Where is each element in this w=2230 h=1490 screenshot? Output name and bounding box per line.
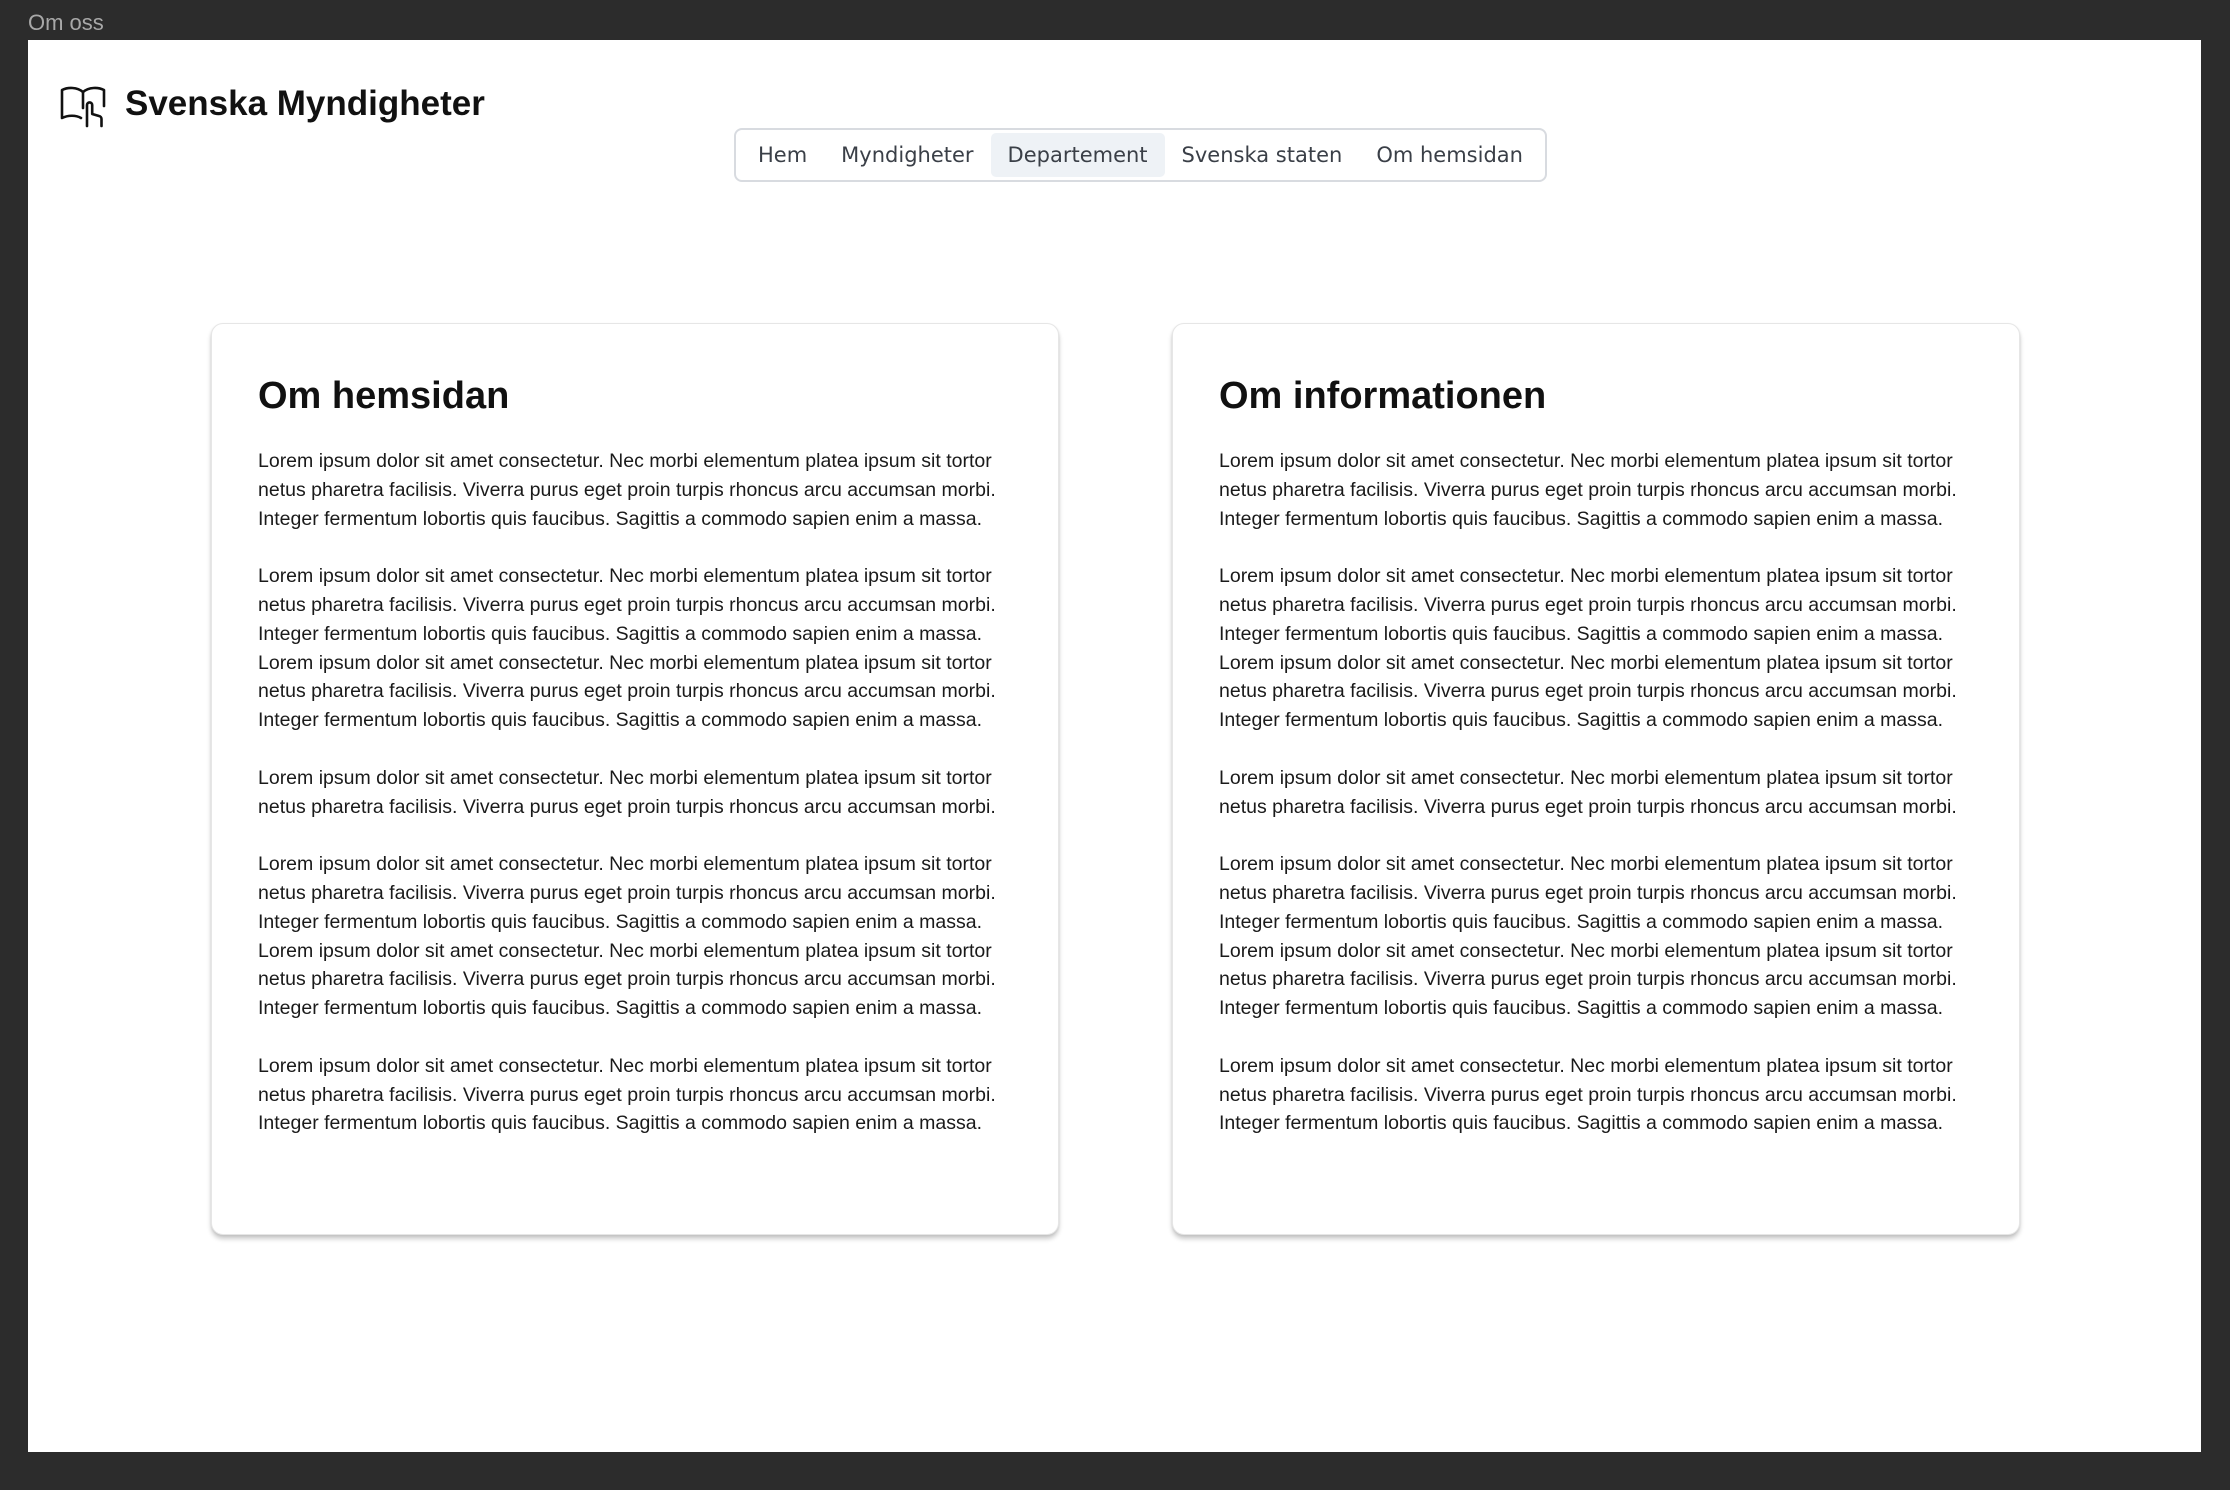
card-paragraph: Lorem ipsum dolor sit amet consectetur. …	[1219, 450, 1957, 530]
brand-name: Svenska Myndigheter	[125, 84, 485, 123]
card-paragraph: Lorem ipsum dolor sit amet consectetur. …	[258, 565, 996, 731]
card-paragraph: Lorem ipsum dolor sit amet consectetur. …	[258, 450, 996, 530]
nav-item-myndigheter[interactable]: Myndigheter	[824, 133, 990, 177]
book-person-icon	[60, 86, 106, 128]
nav-item-svenska-staten[interactable]: Svenska staten	[1165, 133, 1360, 177]
page-canvas: Svenska Myndigheter Hem Myndigheter Depa…	[28, 40, 2201, 1452]
card-om-hemsidan: Om hemsidan Lorem ipsum dolor sit amet c…	[211, 323, 1059, 1235]
brand[interactable]: Svenska Myndigheter	[59, 80, 485, 128]
nav-item-departement[interactable]: Departement	[990, 133, 1165, 177]
card-paragraph: Lorem ipsum dolor sit amet consectetur. …	[1219, 853, 1957, 1019]
card-paragraph: Lorem ipsum dolor sit amet consectetur. …	[1219, 565, 1957, 731]
card-om-informationen: Om informationen Lorem ipsum dolor sit a…	[1172, 323, 2020, 1235]
main-nav: Hem Myndigheter Departement Svenska stat…	[734, 128, 1547, 182]
card-paragraph: Lorem ipsum dolor sit amet consectetur. …	[1219, 766, 1957, 818]
card-paragraph: Lorem ipsum dolor sit amet consectetur. …	[1219, 1054, 1957, 1135]
card-title: Om hemsidan	[258, 375, 510, 417]
card-paragraph: Lorem ipsum dolor sit amet consectetur. …	[258, 1054, 996, 1135]
card-title: Om informationen	[1219, 375, 1547, 417]
nav-item-om-hemsidan[interactable]: Om hemsidan	[1359, 133, 1540, 177]
card-paragraph: Lorem ipsum dolor sit amet consectetur. …	[258, 766, 996, 818]
frame-label: Om oss	[28, 10, 104, 35]
card-paragraph: Lorem ipsum dolor sit amet consectetur. …	[258, 853, 996, 1019]
nav-item-hem[interactable]: Hem	[741, 133, 824, 177]
